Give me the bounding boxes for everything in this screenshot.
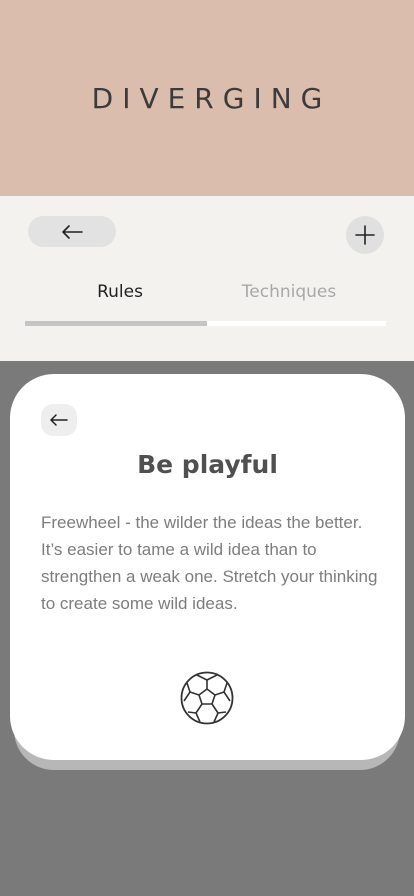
soccer-ball-icon xyxy=(180,671,234,725)
card-back-button[interactable] xyxy=(41,404,77,436)
rule-card: Be playful Freewheel - the wilder the id… xyxy=(10,374,405,760)
controls-panel: Rules Techniques xyxy=(0,196,414,361)
tab-techniques[interactable]: Techniques xyxy=(207,282,371,302)
card-body: Freewheel - the wilder the ideas the bet… xyxy=(41,509,391,617)
back-button[interactable] xyxy=(28,216,116,247)
add-button[interactable] xyxy=(346,216,384,254)
arrow-left-icon xyxy=(62,224,83,239)
header-banner: DIVERGING xyxy=(0,0,414,196)
plus-icon xyxy=(355,225,375,245)
tab-rules[interactable]: Rules xyxy=(25,282,215,302)
tab-bar: Rules Techniques xyxy=(25,282,386,326)
tab-indicator xyxy=(25,321,207,326)
card-body-line: Freewheel - the wilder the ideas the bet… xyxy=(41,513,363,532)
card-title: Be playful xyxy=(137,450,278,479)
card-body-line: It’s easier to tame a wild idea than to … xyxy=(41,540,378,613)
arrow-left-icon xyxy=(50,414,68,426)
page-title: DIVERGING xyxy=(91,81,332,115)
